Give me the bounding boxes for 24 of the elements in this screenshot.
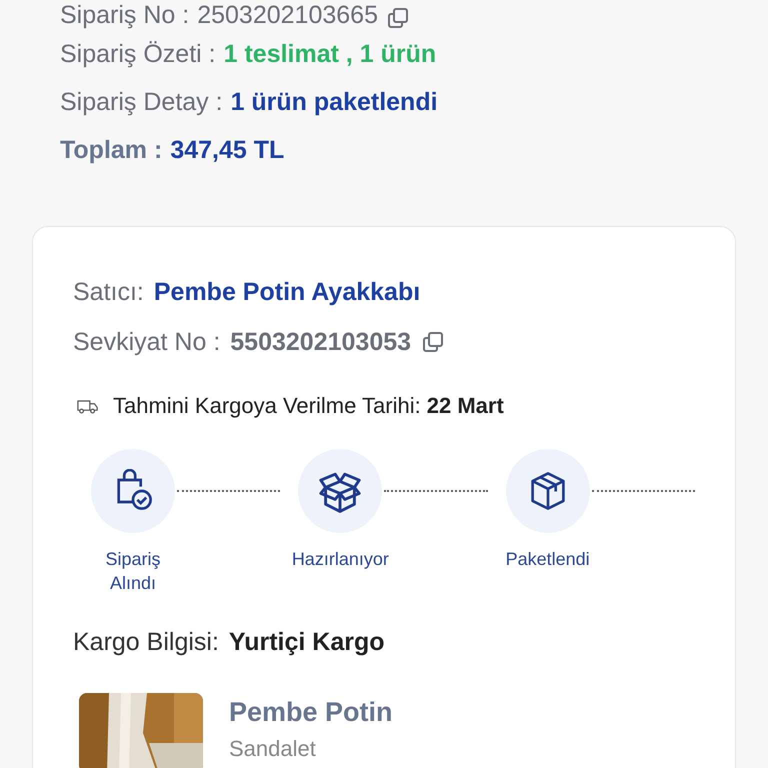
field-label: Sipariş Detay :: [60, 88, 223, 116]
product-title: Pembe Potin: [229, 697, 393, 728]
estimate-date: 22 Mart: [426, 393, 504, 419]
step-label: Hazırlanıyor: [290, 548, 390, 571]
step-label: Paketlendi: [504, 548, 591, 571]
copy-icon[interactable]: [386, 6, 410, 30]
shipment-label: Sevkiyat No :: [73, 328, 220, 356]
seller-name[interactable]: Pembe Potin Ayakkabı: [154, 278, 420, 306]
step-label: Sipariş Alındı: [104, 548, 162, 595]
field-value: 1 ürün paketlendi: [230, 88, 438, 116]
field-value: 347,45 TL: [170, 136, 284, 164]
field-value: 2503202103665: [197, 1, 378, 30]
field-value: 1 teslimat , 1 ürün: [224, 40, 436, 68]
field-label: Sipariş No :: [60, 1, 190, 30]
estimate-text: Tahmini Kargoya Verilme Tarihi:: [113, 393, 421, 419]
cargo-name: Yurtiçi Kargo: [228, 628, 384, 656]
field-label: Toplam :: [60, 136, 162, 164]
shipment-number: 5503202103053: [230, 328, 412, 356]
product-category: Sandalet: [229, 736, 317, 762]
cargo-label: Kargo Bilgisi:: [73, 628, 219, 656]
field-label: Sipariş Özeti :: [60, 40, 216, 68]
truck-icon: [77, 398, 99, 414]
seller-label: Satıcı:: [73, 278, 144, 306]
copy-icon[interactable]: [421, 330, 446, 354]
